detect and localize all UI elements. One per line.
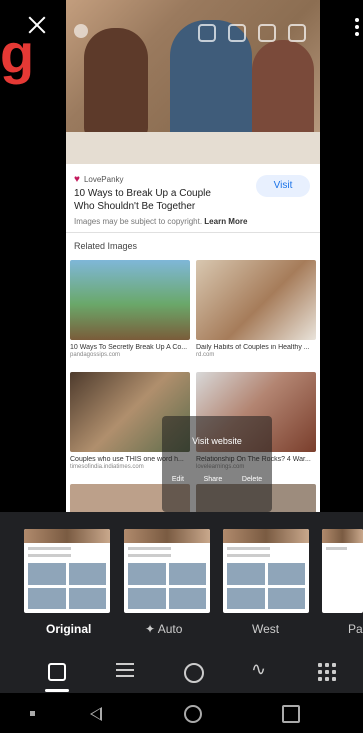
delete-label: Delete	[241, 476, 263, 483]
copyright-note: Images may be subject to copyright. Lear…	[74, 217, 248, 226]
visit-website-label: Visit website	[192, 436, 242, 446]
heart-icon: ♥	[74, 174, 80, 185]
related-heading: Related Images	[74, 241, 138, 251]
active-indicator	[45, 689, 69, 692]
crop-rotate-icon[interactable]	[184, 663, 204, 683]
recents-icon[interactable]	[282, 705, 300, 723]
more-tools-icon[interactable]	[318, 663, 336, 681]
back-icon[interactable]	[90, 707, 102, 721]
more-options-icon[interactable]	[355, 16, 361, 36]
result-title: 10 Ways to Break Up a Couple Who Shouldn…	[74, 188, 211, 212]
divider	[66, 232, 320, 233]
filter-thumb-original[interactable]	[24, 529, 110, 613]
screenshot-overlay: Visit website Edit Share Delete	[162, 416, 272, 512]
share-label: Share	[203, 476, 223, 483]
filter-strip: Original ✦ Auto West Pa	[0, 512, 363, 649]
camera-icon	[258, 24, 276, 42]
logo-fragment: g	[0, 22, 35, 85]
edit-label: Edit	[171, 476, 184, 483]
related-image: 10 Ways To Secretly Break Up A Co... pan…	[70, 260, 190, 358]
learn-more-link: Learn More	[204, 217, 248, 226]
filter-label-original[interactable]: Original	[46, 622, 91, 636]
system-nav-bar	[0, 693, 363, 733]
bookmark-icon	[288, 24, 306, 42]
main-photo	[66, 0, 320, 164]
related-image: Daily Habits of Couples in Healthy ... r…	[196, 260, 316, 358]
filter-thumb-west[interactable]	[223, 529, 309, 613]
screenshot-preview: ♥ LovePanky 10 Ways to Break Up a Couple…	[66, 0, 320, 512]
nav-indicator-icon	[30, 711, 35, 716]
filter-label-west[interactable]: West	[252, 622, 279, 636]
source-row: ♥ LovePanky	[74, 174, 124, 185]
source-name: LovePanky	[83, 175, 124, 184]
filter-label-palma[interactable]: Pa	[348, 622, 363, 636]
filter-thumb-auto[interactable]	[124, 529, 210, 613]
filter-thumb-palma[interactable]	[322, 529, 363, 613]
filter-label-auto[interactable]: ✦ Auto	[145, 622, 182, 636]
photo-close-icon	[74, 24, 88, 38]
sparkle-icon: ✦	[145, 622, 156, 636]
star-icon	[228, 24, 246, 42]
visit-button: Visit	[256, 175, 310, 197]
markup-icon[interactable]: ∿	[251, 659, 269, 679]
suggestions-icon[interactable]	[48, 663, 66, 681]
edit-toolbar: ∿	[0, 649, 363, 693]
home-icon[interactable]	[184, 705, 202, 723]
adjust-icon[interactable]	[116, 663, 134, 681]
lens-icon	[198, 24, 216, 42]
